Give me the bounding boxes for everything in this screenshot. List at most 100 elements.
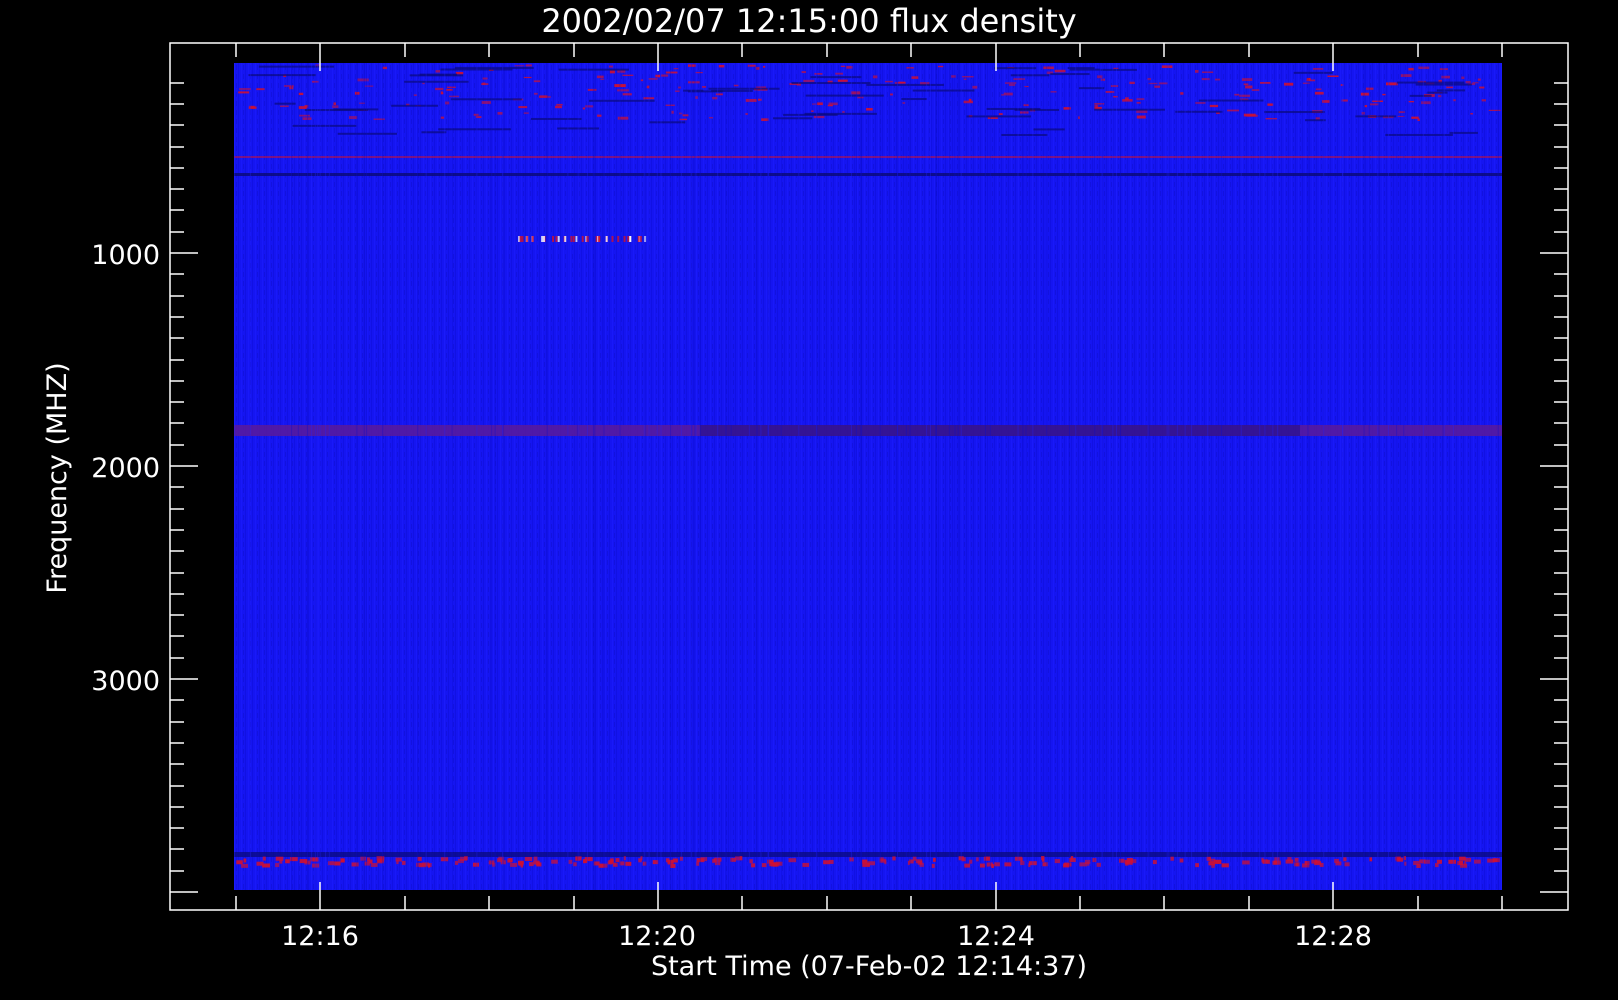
- bottom-speck: [299, 859, 308, 864]
- bottom-speck: [568, 859, 573, 864]
- burst-mark: [531, 236, 534, 242]
- interference-speck: [622, 93, 632, 96]
- dark-streak: [1094, 108, 1165, 111]
- vertical-streak: [1168, 63, 1170, 890]
- interference-speck: [1314, 91, 1324, 95]
- vertical-streak: [1497, 63, 1499, 890]
- bottom-speck: [1041, 856, 1045, 861]
- vertical-streak: [656, 63, 658, 890]
- interference-speck: [1019, 111, 1029, 114]
- vertical-streak: [896, 63, 898, 890]
- vertical-streak: [767, 63, 769, 890]
- vertical-streak: [567, 63, 569, 890]
- interference-speck: [422, 82, 425, 85]
- bottom-speck: [1014, 856, 1023, 861]
- interference-speck: [1251, 89, 1260, 91]
- vertical-streak: [989, 63, 991, 890]
- vertical-streak: [1378, 63, 1380, 890]
- bottom-speck: [285, 859, 290, 864]
- bottom-speck: [243, 858, 247, 863]
- interference-speck: [333, 102, 336, 105]
- bottom-speck: [428, 863, 431, 868]
- burst-mark: [557, 236, 560, 242]
- burst-mark: [597, 236, 600, 242]
- interference-speck: [299, 114, 311, 117]
- bottom-speck: [607, 860, 613, 865]
- interference-speck: [1385, 82, 1398, 86]
- interference-speck: [1488, 109, 1501, 111]
- bottom-speck: [262, 856, 266, 861]
- vertical-streak: [578, 63, 580, 890]
- interference-speck: [1008, 84, 1016, 86]
- interference-speck: [534, 92, 538, 95]
- vertical-streak: [645, 63, 647, 890]
- vertical-streak: [1259, 63, 1261, 890]
- bottom-speck: [573, 862, 577, 867]
- interference-speck: [1245, 85, 1253, 89]
- interference-speck: [596, 75, 604, 79]
- burst-mark: [637, 236, 640, 242]
- dark-streak: [274, 102, 296, 105]
- vertical-streak: [314, 63, 316, 890]
- dark-streak: [1078, 87, 1105, 90]
- interference-speck: [435, 87, 444, 91]
- vertical-streak: [444, 63, 446, 890]
- vertical-streak: [234, 63, 236, 890]
- vertical-streak: [366, 63, 368, 890]
- vertical-streak: [680, 63, 682, 890]
- interference-speck: [840, 65, 846, 67]
- vertical-streak: [491, 63, 493, 890]
- dark-streak: [438, 128, 511, 131]
- dark-streak: [454, 66, 534, 69]
- bottom-speck: [1404, 861, 1407, 866]
- bottom-speck: [1474, 859, 1481, 864]
- dark-streak: [588, 99, 655, 102]
- y-tick-label: 3000: [91, 666, 160, 697]
- vertical-streak: [1102, 63, 1104, 890]
- bottom-speck: [524, 857, 533, 862]
- x-tick-label: 12:28: [1294, 921, 1372, 952]
- dark-streak: [1001, 133, 1048, 136]
- interference-speck: [911, 76, 919, 79]
- interference-speck: [1129, 81, 1135, 85]
- bottom-speck: [919, 862, 924, 867]
- bottom-speck: [279, 859, 283, 864]
- vertical-streak: [1176, 63, 1178, 890]
- bottom-speck: [464, 856, 468, 861]
- bottom-speck: [696, 861, 700, 866]
- interference-speck: [1122, 99, 1133, 102]
- dark-streak: [1415, 83, 1472, 86]
- bottom-speck: [712, 858, 716, 863]
- vertical-streak: [725, 63, 727, 890]
- dark-streak: [419, 73, 458, 76]
- vertical-streak: [1422, 63, 1424, 890]
- vertical-streak: [592, 63, 594, 890]
- interference-speck: [1411, 116, 1419, 119]
- interference-speck: [655, 74, 661, 78]
- interference-speck: [1001, 94, 1005, 96]
- bottom-speck: [454, 860, 459, 865]
- interference-speck: [866, 108, 873, 111]
- bottom-speck: [979, 863, 985, 868]
- interference-speck: [1364, 105, 1368, 108]
- interference-speck: [1243, 113, 1256, 117]
- dark-streak: [810, 76, 862, 79]
- vertical-streak: [356, 63, 358, 890]
- bottom-speck: [340, 858, 345, 863]
- dark-streak: [912, 89, 975, 92]
- vertical-streak: [1323, 63, 1325, 890]
- dark-streak: [530, 117, 582, 120]
- vertical-streak: [1221, 63, 1223, 890]
- interference-speck: [1302, 82, 1310, 84]
- interference-speck: [238, 91, 250, 94]
- vertical-streak: [382, 63, 384, 890]
- bottom-speck: [1195, 863, 1199, 868]
- interference-speck: [813, 115, 825, 119]
- bottom-speck: [583, 859, 586, 864]
- interference-speck: [1158, 82, 1168, 85]
- interference-speck: [1312, 68, 1324, 70]
- dark-streak: [1436, 89, 1466, 92]
- interference-speck: [585, 105, 594, 108]
- bottom-speck: [1221, 863, 1229, 868]
- vertical-streak: [780, 63, 782, 890]
